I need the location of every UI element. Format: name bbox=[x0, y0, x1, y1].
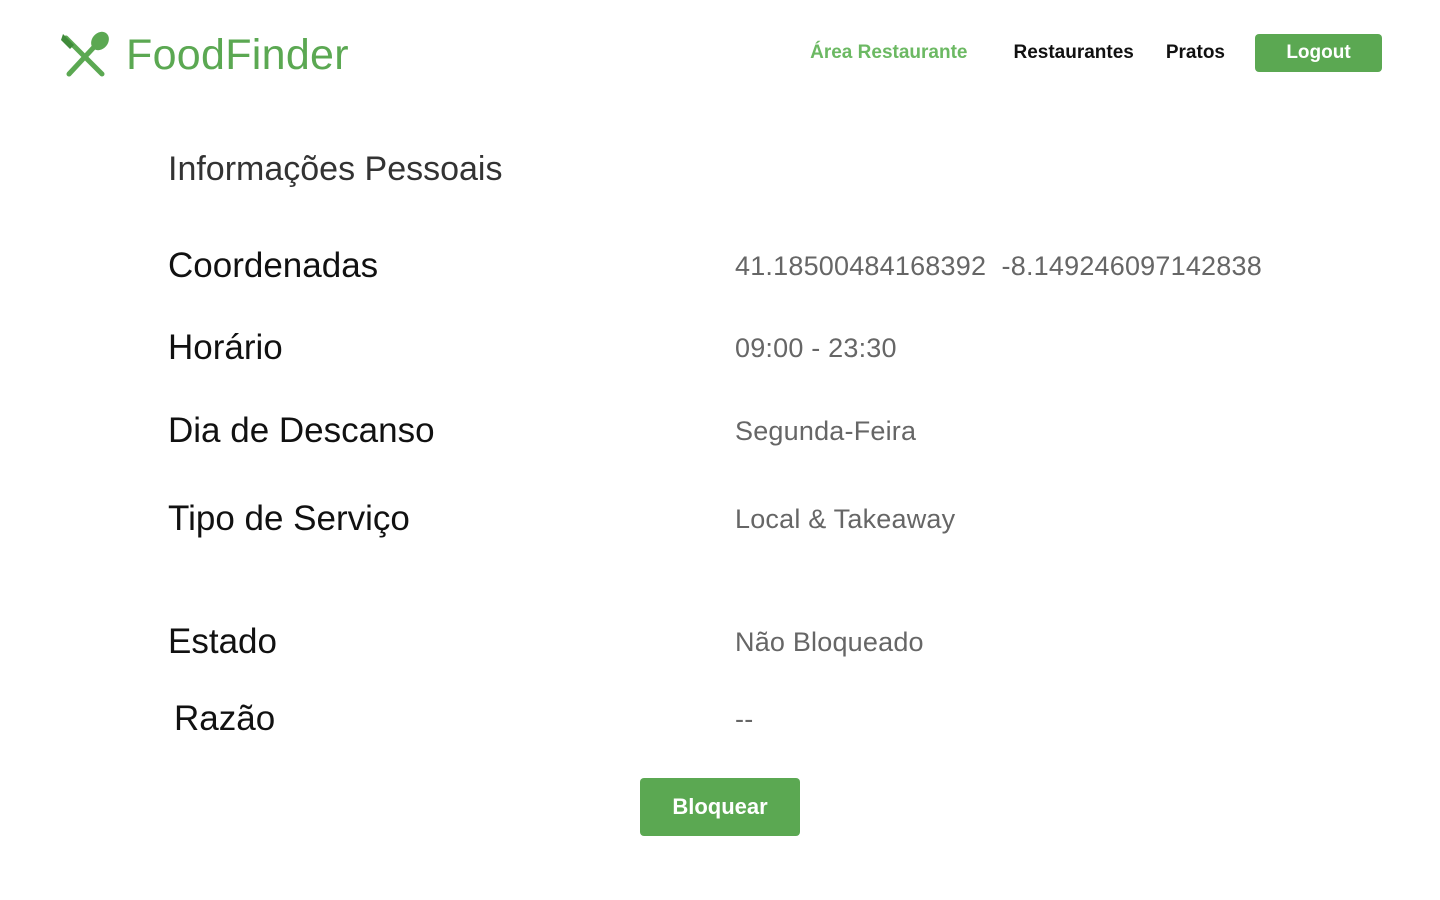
razao-label: Razão bbox=[174, 699, 276, 738]
horario-label: Horário bbox=[168, 328, 283, 367]
servico-value: Local & Takeaway bbox=[735, 504, 956, 534]
nav-area-restaurante[interactable]: Área Restaurante bbox=[810, 42, 967, 64]
razao-value: -- bbox=[735, 704, 754, 734]
info-row-estado: Estado Não Bloqueado bbox=[168, 620, 1318, 664]
section-title: Informações Pessoais bbox=[168, 150, 503, 188]
nav-restaurantes[interactable]: Restaurantes bbox=[1013, 42, 1133, 64]
brand-logo[interactable]: FoodFinder bbox=[60, 30, 349, 80]
main-nav: Área Restaurante Restaurantes Pratos Log… bbox=[810, 34, 1382, 72]
estado-value: Não Bloqueado bbox=[735, 627, 924, 657]
brand-name: FoodFinder bbox=[126, 31, 349, 79]
descanso-label: Dia de Descanso bbox=[168, 411, 435, 450]
coordenadas-value: 41.18500484168392 -8.149246097142838 bbox=[735, 251, 1262, 281]
coordenadas-label: Coordenadas bbox=[168, 246, 379, 285]
info-row-coordenadas: Coordenadas 41.18500484168392 -8.1492460… bbox=[168, 244, 1318, 288]
info-row-descanso: Dia de Descanso Segunda-Feira bbox=[168, 409, 1318, 453]
servico-label: Tipo de Serviço bbox=[168, 499, 410, 538]
info-row-razao: Razão -- bbox=[168, 697, 1318, 741]
restaurant-details-page: FoodFinder Área Restaurante Restaurantes… bbox=[0, 0, 1440, 900]
nav-pratos[interactable]: Pratos bbox=[1166, 42, 1225, 64]
logout-button[interactable]: Logout bbox=[1255, 34, 1382, 72]
estado-label: Estado bbox=[168, 622, 277, 661]
info-row-servico: Tipo de Serviço Local & Takeaway bbox=[168, 497, 1318, 541]
descanso-value: Segunda-Feira bbox=[735, 416, 917, 446]
spoon-fork-icon bbox=[61, 31, 109, 77]
info-row-horario: Horário 09:00 - 23:30 bbox=[168, 326, 1318, 370]
block-button[interactable]: Bloquear bbox=[640, 778, 800, 836]
horario-value: 09:00 - 23:30 bbox=[735, 333, 897, 363]
